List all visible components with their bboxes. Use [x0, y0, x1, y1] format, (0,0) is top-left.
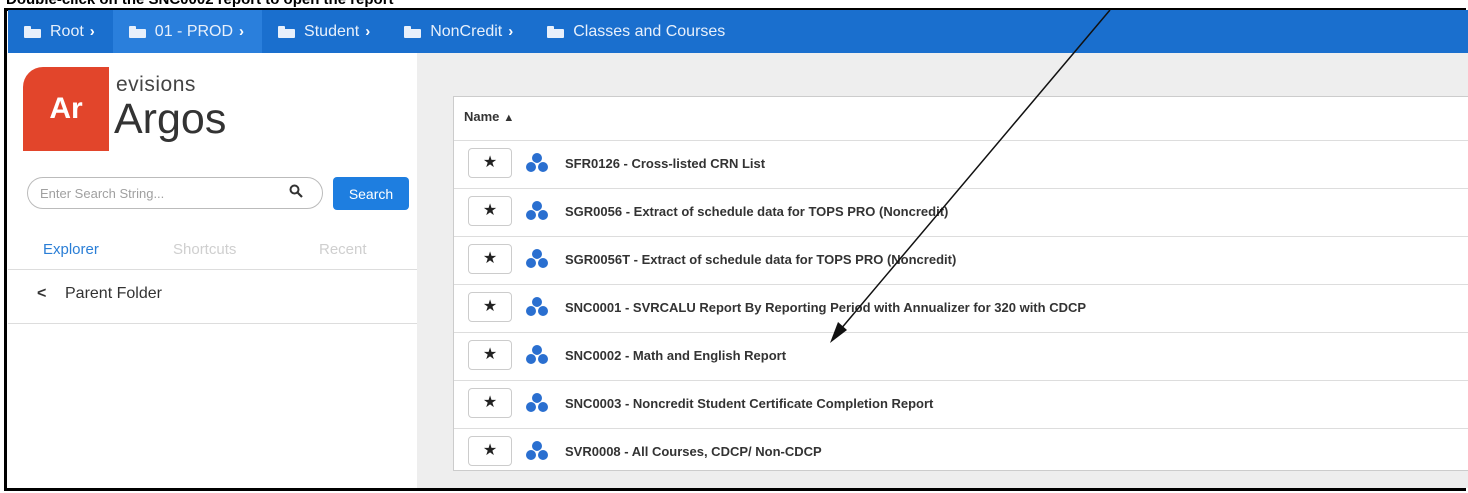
- argos-logo: Ar: [23, 67, 109, 151]
- search-icon[interactable]: [289, 184, 303, 198]
- chevron-right-icon: ›: [508, 23, 514, 40]
- table-row[interactable]: ★ SVR0008 - All Courses, CDCP/ Non-CDCP: [454, 429, 1468, 476]
- breadcrumb-item[interactable]: 01 - PROD ›: [112, 10, 263, 53]
- favorite-star-button[interactable]: ★: [468, 388, 512, 418]
- folder-icon: [128, 25, 146, 38]
- report-table: Name ▲ ★ SFR0126 - Cross-listed CRN List ★ S…: [453, 96, 1468, 471]
- report-name: SNC0001 - SVRCALU Report By Reporting Pe…: [565, 300, 1087, 315]
- table-row[interactable]: ★ SGR0056T - Extract of schedule data for…: [454, 237, 1468, 285]
- report-name: SGR0056 - Extract of schedule data for T…: [565, 204, 949, 219]
- breadcrumb-label: 01 - PROD: [154, 22, 234, 40]
- report-name: SVR0008 - All Courses, CDCP/ Non-CDCP: [565, 444, 822, 459]
- breadcrumb-label: Student: [304, 22, 360, 40]
- brand-product: Argos: [114, 95, 227, 143]
- report-name: SNC0003 - Noncredit Student Certificate …: [565, 396, 934, 411]
- report-name: SFR0126 - Cross-listed CRN List: [565, 156, 766, 171]
- tab-explorer[interactable]: Explorer: [43, 241, 99, 258]
- breadcrumb-item[interactable]: Root ›: [8, 10, 113, 53]
- table-row[interactable]: ★ SNC0001 - SVRCALU Report By Reporting P…: [454, 285, 1468, 333]
- instruction-text: Double-click on the SNC0002 report to op…: [6, 0, 394, 8]
- favorite-star-button[interactable]: ★: [468, 292, 512, 322]
- table-row[interactable]: ★ SNC0003 - Noncredit Student Certificate…: [454, 381, 1468, 429]
- favorite-star-button[interactable]: ★: [468, 244, 512, 274]
- favorite-star-button[interactable]: ★: [468, 436, 512, 466]
- report-icon: [525, 344, 549, 365]
- report-icon: [525, 152, 549, 173]
- left-panel: Ar evisions Argos Search Explorer Shortc…: [8, 53, 417, 488]
- report-icon: [525, 296, 549, 317]
- report-name: SGR0056T - Extract of schedule data for …: [565, 252, 957, 267]
- parent-folder-item[interactable]: < Parent Folder: [8, 269, 417, 324]
- report-icon: [525, 440, 549, 461]
- report-name: SNC0002 - Math and English Report: [565, 348, 787, 363]
- report-icon: [525, 248, 549, 269]
- chevron-right-icon: ›: [365, 23, 371, 40]
- favorite-star-button[interactable]: ★: [468, 148, 512, 178]
- report-icon: [525, 200, 549, 221]
- chevron-right-icon: ›: [89, 23, 95, 40]
- breadcrumb-label: NonCredit: [430, 22, 503, 40]
- parent-folder-label: Parent Folder: [65, 285, 162, 302]
- table-row[interactable]: ★ SGR0056 - Extract of schedule data for …: [454, 189, 1468, 237]
- folder-icon: [404, 25, 422, 38]
- report-icon: [525, 392, 549, 413]
- table-row[interactable]: ★ SNC0002 - Math and English Report: [454, 333, 1468, 381]
- search-input[interactable]: [27, 177, 323, 209]
- breadcrumb-bar: Root › 01 - PROD › Student › NonCredit › Classes…: [8, 10, 1468, 53]
- column-name-header[interactable]: Name ▲: [464, 109, 514, 124]
- folder-icon: [278, 25, 296, 38]
- breadcrumb-label: Classes and Courses: [573, 22, 726, 40]
- search-button[interactable]: Search: [333, 177, 409, 210]
- tab-shortcuts[interactable]: Shortcuts: [173, 241, 236, 258]
- chevron-right-icon: ›: [239, 23, 245, 40]
- chevron-left-icon: <: [37, 285, 47, 302]
- breadcrumb-item[interactable]: Student ›: [262, 10, 388, 53]
- favorite-star-button[interactable]: ★: [468, 340, 512, 370]
- sort-ascending-icon: ▲: [503, 112, 515, 124]
- breadcrumb-item[interactable]: Classes and Courses: [531, 10, 739, 53]
- tab-recent[interactable]: Recent: [319, 241, 367, 258]
- table-header[interactable]: Name ▲: [454, 97, 1468, 141]
- table-row[interactable]: ★ SFR0126 - Cross-listed CRN List: [454, 141, 1468, 189]
- favorite-star-button[interactable]: ★: [468, 196, 512, 226]
- nav-tabs: Explorer Shortcuts Recent: [8, 235, 417, 270]
- folder-icon: [24, 25, 41, 38]
- folder-icon: [547, 25, 565, 38]
- brand-company: evisions: [116, 73, 196, 96]
- breadcrumb-label: Root: [50, 22, 84, 40]
- breadcrumb-item[interactable]: NonCredit ›: [388, 10, 531, 53]
